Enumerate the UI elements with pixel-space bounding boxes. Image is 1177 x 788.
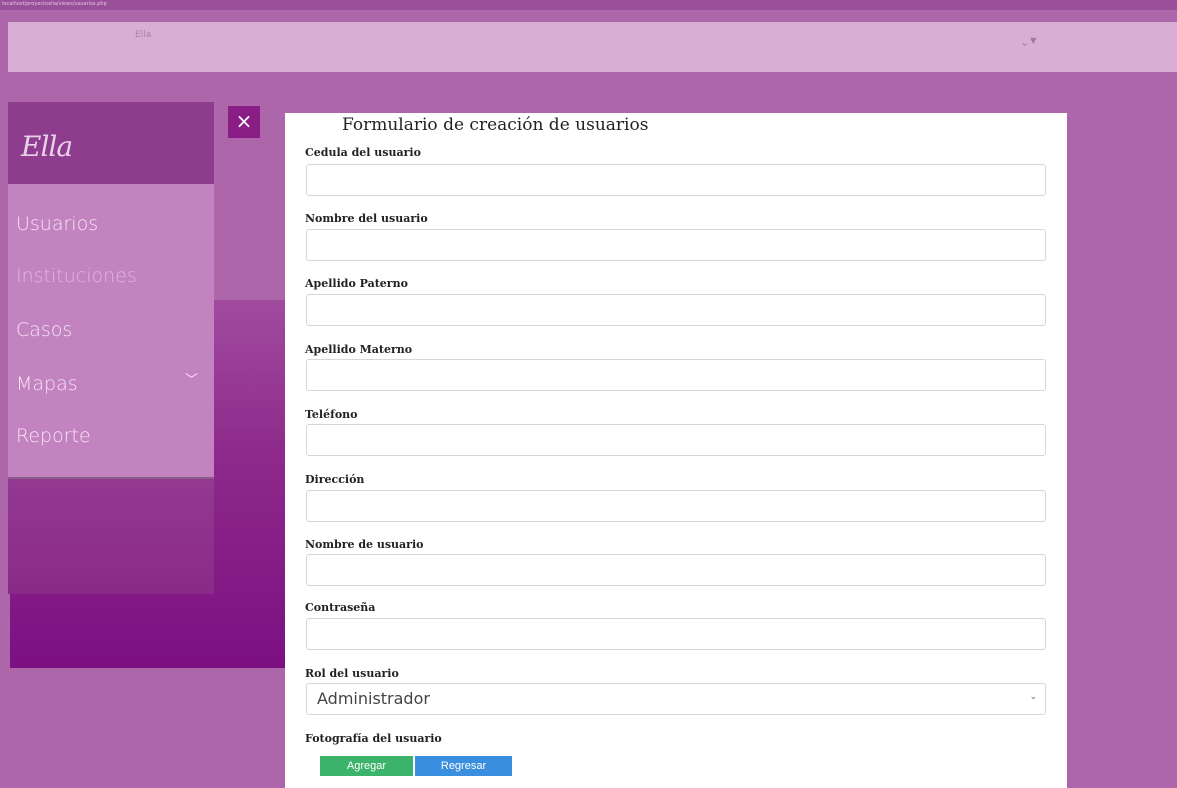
sidebar-item-reporte[interactable]: Reporte (16, 416, 206, 456)
url-text: localhost/proyectoella/views/usuarios.ph… (2, 1, 107, 7)
sidebar-menu: Usuarios Instituciones Casos Mapas ﹀ Rep… (8, 184, 214, 479)
page-title: Formulario de creación de usuarios (342, 115, 649, 135)
username-field[interactable] (306, 554, 1046, 586)
nombre-field[interactable] (306, 229, 1046, 261)
select-caret-icon: ⌄ (1029, 692, 1037, 702)
telefono-label: Teléfono (305, 408, 358, 421)
telefono-field[interactable] (306, 424, 1046, 456)
password-field[interactable] (306, 618, 1046, 650)
sidebar-item-usuarios[interactable]: Usuarios (16, 204, 206, 244)
sidebar-item-instituciones[interactable]: Instituciones (16, 256, 206, 296)
apellido-paterno-label: Apellido Paterno (305, 277, 408, 290)
caret-down-icon: ▼ (1030, 36, 1037, 45)
add-button[interactable]: Agregar (320, 756, 413, 776)
direccion-label: Dirección (305, 473, 365, 486)
user-form: Formulario de creación de usuarios Cedul… (285, 113, 1067, 788)
close-button[interactable]: × (228, 106, 260, 138)
apellido-materno-label: Apellido Materno (305, 343, 413, 356)
sidebar-item-label: Reporte (16, 425, 91, 447)
direccion-field[interactable] (306, 490, 1046, 522)
logo: Ella (21, 130, 73, 163)
back-button[interactable]: Regresar (415, 756, 512, 776)
sidebar-item-label: Mapas (16, 373, 78, 395)
user-menu-toggle[interactable]: ⌄▼ (1020, 36, 1037, 49)
close-icon: × (235, 109, 253, 133)
role-select[interactable]: Administrador ⌄ (306, 683, 1046, 715)
sidebar-item-label: Instituciones (16, 265, 137, 287)
sidebar-logo-area: Ella (8, 102, 214, 184)
password-label: Contraseña (305, 601, 376, 614)
sidebar-item-label: Usuarios (16, 213, 99, 235)
header-brand: Ella (135, 30, 152, 40)
chevron-down-icon: ﹀ (184, 373, 198, 388)
nombre-label: Nombre del usuario (305, 212, 428, 225)
browser-strip: localhost/proyectoella/views/usuarios.ph… (0, 0, 1177, 10)
sidebar-item-mapas[interactable]: Mapas ﹀ (16, 364, 206, 404)
photo-label: Fotografía del usuario (305, 732, 442, 745)
role-label: Rol del usuario (305, 667, 399, 680)
role-select-value: Administrador (317, 689, 430, 708)
sidebar-item-label: Casos (16, 319, 73, 341)
apellido-materno-field[interactable] (306, 359, 1046, 391)
username-label: Nombre de usuario (305, 538, 424, 551)
cedula-label: Cedula del usuario (305, 146, 421, 159)
chevron-down-icon: ⌄ (1020, 36, 1030, 49)
apellido-paterno-field[interactable] (306, 294, 1046, 326)
sidebar-item-casos[interactable]: Casos (16, 310, 206, 350)
top-header: Ella ⌄▼ (8, 22, 1177, 72)
cedula-field[interactable] (306, 164, 1046, 196)
sidebar: Ella Usuarios Instituciones Casos Mapas … (8, 102, 214, 594)
